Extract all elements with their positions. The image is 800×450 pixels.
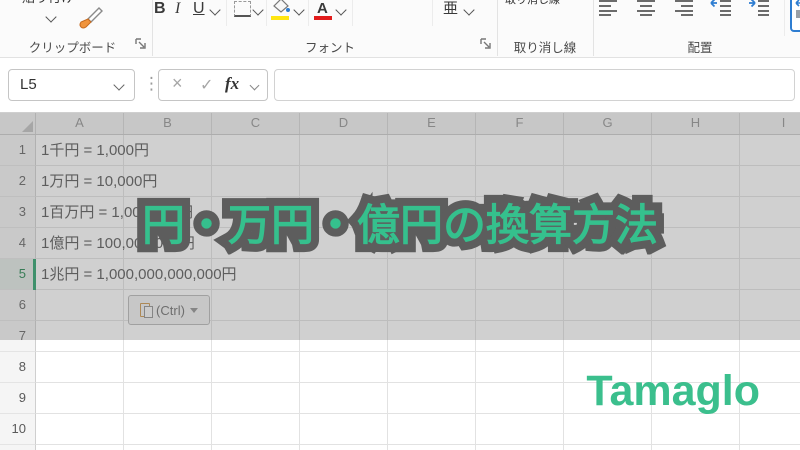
bold-button[interactable]: B <box>154 0 166 22</box>
group-label-clipboard: クリップボード <box>25 37 120 56</box>
button-divider <box>226 0 227 26</box>
align-center-icon[interactable] <box>636 0 656 16</box>
formula-bar-row: L5 ⋮ × ✓ fx <box>0 58 800 113</box>
borders-dropdown-chevron[interactable] <box>252 4 263 15</box>
insert-function-button[interactable]: fx <box>225 74 239 94</box>
button-divider <box>352 0 353 26</box>
watermark: Tamaglo <box>586 367 760 416</box>
button-divider <box>266 0 267 26</box>
sheet-row-stub <box>0 445 800 450</box>
fill-color-icon[interactable] <box>272 0 290 14</box>
overlay-title: 円・万円・億円の換算方法 <box>0 191 800 253</box>
sheet-row-10: 10 <box>0 414 800 445</box>
increase-indent-icon[interactable] <box>748 0 770 16</box>
formula-input[interactable] <box>274 69 795 101</box>
ribbon: 貼り付け クリップボード フォント 取り消し線 配置 B I U <box>0 0 800 58</box>
row-cells[interactable] <box>36 445 800 450</box>
button-divider <box>432 0 433 26</box>
group-divider <box>593 0 594 56</box>
row-header-stub[interactable] <box>0 445 36 450</box>
button-divider <box>784 0 785 36</box>
excel-window: 貼り付け クリップボード フォント 取り消し線 配置 B I U <box>0 0 800 450</box>
fill-color-bar[interactable] <box>271 16 289 20</box>
name-box-value: L5 <box>20 76 37 93</box>
phonetic-guide-button[interactable]: 亜 <box>443 0 458 22</box>
group-label-strikethrough: 取り消し線 <box>500 37 590 56</box>
row-cells[interactable] <box>36 414 800 445</box>
align-left-icon[interactable] <box>598 0 618 16</box>
borders-icon[interactable] <box>234 1 251 17</box>
paste-dropdown-chevron[interactable] <box>45 11 56 22</box>
row-header-8[interactable]: 8 <box>0 352 36 383</box>
group-divider <box>152 0 153 56</box>
font-color-bar[interactable] <box>314 16 332 20</box>
row-header-9[interactable]: 9 <box>0 383 36 414</box>
autofit-width-button[interactable] <box>790 0 800 32</box>
underline-dropdown-chevron[interactable] <box>209 4 220 15</box>
name-box-chevron[interactable] <box>113 79 124 90</box>
underline-button[interactable]: U <box>193 0 205 22</box>
button-divider <box>308 0 309 26</box>
font-color-dropdown-chevron[interactable] <box>335 4 346 15</box>
row-header-10[interactable]: 10 <box>0 414 36 445</box>
formula-buttons: × ✓ fx <box>158 69 268 101</box>
paste-button[interactable]: 貼り付け <box>22 0 74 6</box>
group-label-font: フォント <box>280 37 380 56</box>
confirm-entry-icon[interactable]: ✓ <box>200 75 213 95</box>
name-box[interactable]: L5 <box>8 69 135 101</box>
clipboard-dialog-launcher-icon[interactable] <box>134 37 147 50</box>
font-dialog-launcher-icon[interactable] <box>479 37 492 50</box>
cancel-entry-icon[interactable]: × <box>172 73 183 94</box>
italic-button[interactable]: I <box>175 0 180 22</box>
fill-color-dropdown-chevron[interactable] <box>293 4 304 15</box>
phonetic-dropdown-chevron[interactable] <box>463 4 474 15</box>
group-divider <box>497 0 498 56</box>
decrease-indent-icon[interactable] <box>710 0 732 16</box>
group-label-alignment: 配置 <box>650 37 750 56</box>
format-painter-icon[interactable] <box>78 3 104 31</box>
strikethrough-button[interactable]: 取り消し線 <box>505 0 560 7</box>
align-right-icon[interactable] <box>674 0 694 16</box>
fx-chevron[interactable] <box>250 81 260 91</box>
